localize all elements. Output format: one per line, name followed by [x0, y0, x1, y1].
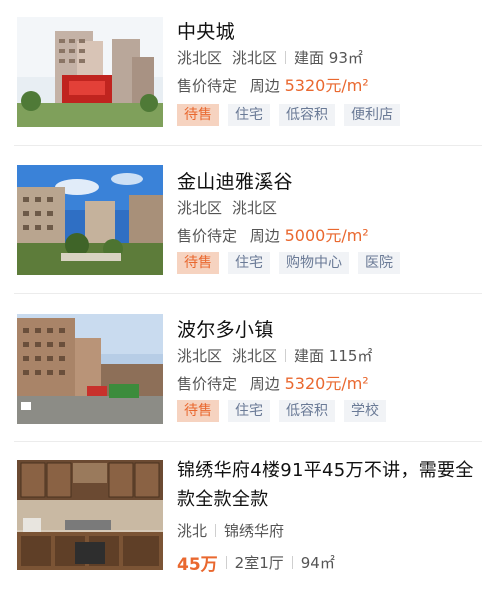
tag: 购物中心: [279, 252, 349, 274]
tag-list: 待售 住宅 低容积 便利店: [177, 104, 400, 126]
nearby-price: 5000元/m²: [284, 226, 369, 245]
listing-photo[interactable]: [17, 314, 163, 424]
listing-card[interactable]: 锦绣华府4楼91平45万不讲，需要全款全款全款 洮北 锦绣华府 45万 2室1厅…: [0, 442, 496, 591]
tag-list: 待售 住宅 购物中心 医院: [177, 252, 400, 274]
building-photo: [17, 17, 163, 127]
listing-title[interactable]: 波尔多小镇: [177, 315, 274, 342]
listing-card[interactable]: 波尔多小镇 洮北区 洮北区 建面 115㎡ 售价待定 周边 5320元/m² 待…: [0, 294, 496, 436]
building-photo: [17, 314, 163, 424]
listing-title[interactable]: 中央城: [177, 17, 235, 44]
price-status: 售价待定: [177, 227, 238, 245]
divider: [285, 51, 287, 64]
area-name: 洮北区: [232, 49, 278, 67]
divider: [225, 556, 227, 569]
area-name: 洮北区: [232, 199, 278, 217]
tag: 住宅: [228, 104, 270, 126]
listing-card[interactable]: 金山迪雅溪谷 洮北区 洮北区 售价待定 周边 5000元/m² 待售 住宅 购物…: [0, 146, 496, 288]
divider: [215, 524, 217, 537]
tag: 住宅: [228, 252, 270, 274]
divider: [285, 349, 287, 362]
floor-area: 94㎡: [300, 554, 335, 572]
tag-sale-status: 待售: [177, 252, 219, 274]
location-row: 洮北 锦绣华府: [177, 520, 284, 541]
tag-sale-status: 待售: [177, 104, 219, 126]
tag: 医院: [358, 252, 400, 274]
nearby-price: 5320元/m²: [284, 76, 369, 95]
district: 洮北区: [177, 199, 223, 217]
build-area: 建面 115㎡: [294, 347, 373, 365]
listing-photo[interactable]: [17, 460, 163, 570]
listing-photo[interactable]: [17, 17, 163, 127]
price-row: 售价待定 周边 5320元/m²: [177, 72, 369, 96]
price-row: 售价待定 周边 5000元/m²: [177, 222, 369, 246]
area-name: 洮北区: [232, 347, 278, 365]
summary-row: 45万 2室1厅 94㎡: [177, 550, 335, 575]
tag-list: 待售 住宅 低容积 学校: [177, 400, 386, 422]
divider: [291, 556, 293, 569]
build-area: 建面 93㎡: [294, 49, 363, 67]
listing-photo[interactable]: [17, 165, 163, 275]
location-row: 洮北区 洮北区 建面 115㎡: [177, 345, 372, 366]
listing-title[interactable]: 金山迪雅溪谷: [177, 167, 293, 194]
kitchen-photo: [17, 460, 163, 570]
district: 洮北区: [177, 49, 223, 67]
price-row: 售价待定 周边 5320元/m²: [177, 370, 369, 394]
tag: 低容积: [279, 400, 335, 422]
tag: 便利店: [344, 104, 400, 126]
listing-card[interactable]: 中央城 洮北区 洮北区 建面 93㎡ 售价待定 周边 5320元/m² 待售 住…: [0, 0, 496, 142]
tag: 学校: [344, 400, 386, 422]
location-row: 洮北区 洮北区 建面 93㎡: [177, 47, 363, 68]
room-layout: 2室1厅: [234, 554, 284, 572]
district: 洮北: [177, 522, 208, 540]
nearby-price: 5320元/m²: [284, 374, 369, 393]
location-row: 洮北区 洮北区: [177, 197, 277, 218]
tag: 低容积: [279, 104, 335, 126]
listing-title[interactable]: 锦绣华府4楼91平45万不讲，需要全款全款全款: [177, 456, 482, 514]
tag: 住宅: [228, 400, 270, 422]
district: 洮北区: [177, 347, 223, 365]
price-status: 售价待定: [177, 375, 238, 393]
nearby-label: 周边: [249, 375, 280, 393]
building-photo: [17, 165, 163, 275]
nearby-label: 周边: [249, 227, 280, 245]
total-price: 45万: [177, 555, 218, 575]
community-name: 锦绣华府: [224, 522, 285, 540]
price-status: 售价待定: [177, 77, 238, 95]
nearby-label: 周边: [249, 77, 280, 95]
tag-sale-status: 待售: [177, 400, 219, 422]
